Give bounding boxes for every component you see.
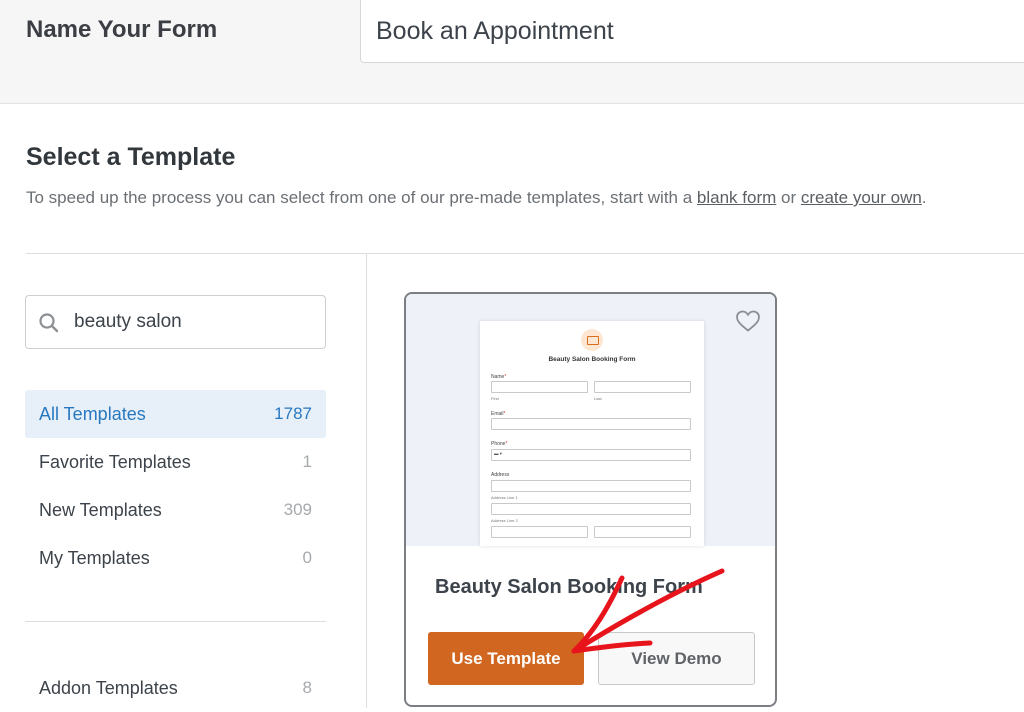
category-label: Addon Templates	[39, 678, 178, 698]
preview-first-sublabel: First	[491, 396, 499, 401]
preview-name-label: Name*	[491, 374, 507, 380]
form-name-label: Name Your Form	[26, 16, 218, 43]
preview-address-line2-field	[491, 503, 691, 515]
preview-email-text: Email	[491, 411, 504, 417]
use-template-button[interactable]: Use Template	[428, 632, 584, 685]
description-or: or	[776, 188, 801, 207]
section-title: Select a Template	[26, 143, 236, 171]
preview-last-sublabel: Last	[594, 396, 602, 401]
section-description: To speed up the process you can select f…	[26, 188, 927, 208]
template-title: Beauty Salon Booking Form	[435, 576, 703, 598]
preview-state-field	[594, 526, 691, 538]
preview-email-field	[491, 418, 691, 430]
template-search[interactable]	[25, 295, 326, 349]
flag-icon: ▬ ▾	[494, 451, 503, 456]
create-your-own-link[interactable]: create your own	[801, 188, 922, 207]
preview-address-line1-sublabel: Address Line 1	[491, 495, 518, 500]
vertical-divider	[366, 254, 367, 708]
preview-phone-label: Phone*	[491, 441, 508, 447]
sidebar-divider	[25, 621, 326, 622]
category-label: My Templates	[39, 548, 150, 568]
category-count: 1787	[274, 404, 312, 423]
category-count: 1	[302, 452, 312, 471]
form-name-bar: Name Your Form	[0, 0, 1024, 104]
template-card: Beauty Salon Booking Form Name* First La…	[404, 292, 777, 707]
preview-first-field	[491, 381, 588, 393]
description-suffix: .	[921, 188, 927, 207]
preview-city-field	[491, 526, 588, 538]
preview-address-line2-sublabel: Address Line 2	[491, 518, 518, 523]
preview-name-text: Name	[491, 374, 505, 380]
preview-email-label: Email*	[491, 411, 506, 417]
category-count: 0	[302, 548, 312, 567]
view-demo-button[interactable]: View Demo	[598, 632, 755, 685]
category-label: All Templates	[39, 404, 146, 424]
category-addon-templates[interactable]: Addon Templates 8	[25, 664, 326, 712]
search-icon	[39, 313, 59, 333]
heart-icon[interactable]	[735, 309, 761, 333]
description-text: To speed up the process you can select f…	[26, 188, 697, 207]
divider	[26, 253, 1024, 254]
search-input[interactable]	[74, 296, 314, 348]
preview-last-field	[594, 381, 691, 393]
preview-title: Beauty Salon Booking Form	[548, 356, 636, 363]
template-preview: Beauty Salon Booking Form Name* First La…	[406, 294, 775, 546]
form-preview-thumbnail: Beauty Salon Booking Form Name* First La…	[480, 321, 704, 546]
form-name-input[interactable]	[360, 0, 1024, 63]
briefcase-icon	[581, 329, 603, 351]
category-label: New Templates	[39, 500, 162, 520]
preview-address-line1-field	[491, 480, 691, 492]
category-favorite-templates[interactable]: Favorite Templates 1	[25, 438, 326, 486]
preview-address-label: Address	[491, 472, 510, 478]
category-label: Favorite Templates	[39, 452, 191, 472]
category-count: 309	[283, 500, 312, 519]
preview-phone-text: Phone	[491, 441, 506, 447]
category-count: 8	[302, 678, 312, 697]
category-new-templates[interactable]: New Templates 309	[25, 486, 326, 534]
blank-form-link[interactable]: blank form	[697, 188, 776, 207]
category-all-templates[interactable]: All Templates 1787	[25, 390, 326, 438]
preview-phone-field	[491, 449, 691, 461]
category-my-templates[interactable]: My Templates 0	[25, 534, 326, 582]
